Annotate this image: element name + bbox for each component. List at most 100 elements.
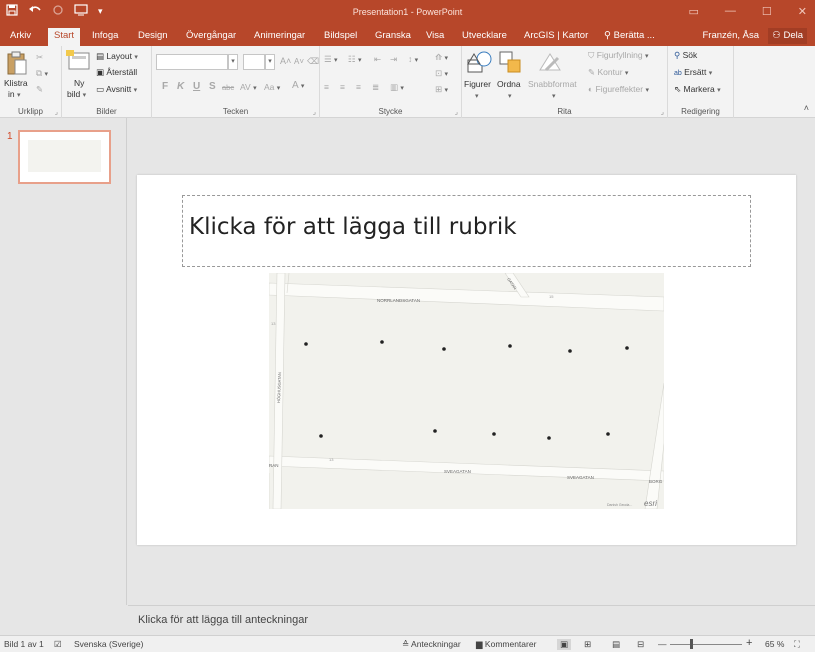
tab-view[interactable]: Visa xyxy=(420,28,450,46)
group-slides: Ny bild ▾ ▤ Layout ▾ ▣ Återställ ▭ Avsni… xyxy=(62,46,152,118)
tab-design[interactable]: Design xyxy=(132,28,174,46)
select-button[interactable]: ⇖ Markera ▾ xyxy=(674,84,721,95)
tab-tell-me[interactable]: ⚲ Berätta ... xyxy=(598,28,661,46)
format-painter-icon[interactable]: ✎ xyxy=(36,84,43,95)
zoom-in-icon[interactable]: + xyxy=(746,637,752,649)
font-name-dropdown-icon[interactable]: ▾ xyxy=(228,54,238,70)
shrink-font-icon[interactable]: A˅ xyxy=(294,57,304,66)
new-slide-label[interactable]: Ny xyxy=(74,78,84,88)
align-left-icon[interactable]: ≡ xyxy=(324,82,329,92)
spelling-icon[interactable]: ☑ xyxy=(54,639,62,650)
arrange-button[interactable] xyxy=(498,50,524,78)
reading-view-icon[interactable]: ▤ xyxy=(612,639,620,650)
grow-font-icon[interactable]: A˄ xyxy=(280,56,291,66)
normal-view-icon[interactable]: ▣ xyxy=(557,639,572,650)
replace-button[interactable]: ab Ersätt ▾ xyxy=(674,67,712,77)
italic-button[interactable]: K xyxy=(177,81,184,92)
font-size-input[interactable] xyxy=(243,54,265,70)
align-center-icon[interactable]: ≡ xyxy=(340,82,345,92)
shapes-label[interactable]: Figurer xyxy=(464,79,491,89)
new-slide-button[interactable] xyxy=(66,50,92,76)
section-button[interactable]: ▭ Avsnitt ▾ xyxy=(96,84,137,95)
tab-animations[interactable]: Animeringar xyxy=(248,28,311,46)
align-right-icon[interactable]: ≡ xyxy=(356,82,361,92)
shape-outline-button[interactable]: ✎ Kontur ▾ xyxy=(588,67,628,78)
bullets-icon[interactable]: ☰ ▾ xyxy=(324,54,338,65)
shape-fill-button[interactable]: ⛉ Figurfyllning ▾ xyxy=(588,50,648,61)
maximize-icon[interactable]: ☐ xyxy=(762,5,772,18)
slideshow-view-icon[interactable]: ⊟ xyxy=(637,639,644,650)
quick-styles-label[interactable]: Snabbformat xyxy=(528,79,577,89)
paragraph-dialog-launcher-icon[interactable]: ⌟ xyxy=(455,108,458,116)
arrange-caret-icon[interactable]: ▾ xyxy=(508,90,512,100)
slide-canvas[interactable]: Klicka för att lägga till rubrik NORRLAN… xyxy=(137,175,796,545)
dialog-launcher-icon[interactable]: ⌟ xyxy=(55,108,58,116)
paste-button[interactable] xyxy=(6,50,28,78)
shapes-button[interactable] xyxy=(466,50,494,78)
notes-pane[interactable]: Klicka för att lägga till anteckningar xyxy=(128,605,815,635)
map-point xyxy=(304,342,308,346)
justify-icon[interactable]: ≣ xyxy=(372,82,379,93)
font-size-dropdown-icon[interactable]: ▾ xyxy=(265,54,275,70)
collapse-ribbon-icon[interactable]: ˄ xyxy=(804,103,809,113)
change-case-button[interactable]: Aa ▾ xyxy=(264,82,280,92)
new-slide-label-2[interactable]: bild ▾ xyxy=(67,89,86,99)
tab-arcgis-maps[interactable]: ArcGIS | Kartor xyxy=(518,28,594,46)
align-text-icon[interactable]: ⊡ ▾ xyxy=(435,68,448,79)
map-image[interactable]: NORRLANDSGATAN HÖGHUSGATAN SVEAGATAN SVE… xyxy=(269,273,664,509)
shape-effects-button[interactable]: ◐ Figureffekter ▾ xyxy=(588,84,649,94)
tab-developer[interactable]: Utvecklare xyxy=(456,28,513,46)
find-button[interactable]: ⚲ Sök xyxy=(674,50,697,61)
slide-thumbnail[interactable] xyxy=(18,130,111,184)
ribbon-display-options-icon[interactable]: ▭ xyxy=(689,5,699,18)
tab-review[interactable]: Granska xyxy=(369,28,417,46)
text-direction-icon[interactable]: ⟰ ▾ xyxy=(435,52,448,63)
underline-button[interactable]: U xyxy=(193,81,200,92)
zoom-out-icon[interactable]: — xyxy=(658,639,667,649)
quick-styles-caret-icon[interactable]: ▾ xyxy=(552,90,556,100)
comments-toggle-button[interactable]: ▆ Kommentarer xyxy=(476,639,536,650)
columns-icon[interactable]: ▥ ▾ xyxy=(390,82,404,93)
increase-indent-icon[interactable]: ⇥ xyxy=(390,54,397,65)
line-spacing-icon[interactable]: ↕ ▾ xyxy=(408,54,418,64)
smartart-icon[interactable]: ⊞ ▾ xyxy=(435,84,448,95)
clear-formatting-icon[interactable]: ⌫ xyxy=(307,56,319,67)
tab-insert[interactable]: Infoga xyxy=(86,28,124,46)
paste-label-2[interactable]: in ▾ xyxy=(8,89,21,99)
user-name[interactable]: Franzén, Åsa xyxy=(703,30,760,41)
title-placeholder[interactable]: Klicka för att lägga till rubrik xyxy=(182,195,751,267)
shadow-button[interactable]: S xyxy=(209,81,216,92)
drawing-dialog-launcher-icon[interactable]: ⌟ xyxy=(661,108,664,116)
slide-sorter-icon[interactable]: ⊞ xyxy=(584,639,591,650)
fit-slide-icon[interactable]: ⛶ xyxy=(794,639,800,650)
paste-label[interactable]: Klistra xyxy=(4,78,28,88)
close-icon[interactable]: ✕ xyxy=(798,5,807,18)
font-dialog-launcher-icon[interactable]: ⌟ xyxy=(313,108,316,116)
group-label-paragraph: Stycke xyxy=(378,107,403,116)
minimize-icon[interactable]: — xyxy=(725,5,736,18)
reset-button[interactable]: ▣ Återställ xyxy=(96,67,137,78)
language-status[interactable]: Svenska (Sverige) xyxy=(74,639,143,649)
quick-styles-button[interactable] xyxy=(536,50,564,78)
tab-slideshow[interactable]: Bildspel xyxy=(318,28,363,46)
decrease-indent-icon[interactable]: ⇤ xyxy=(374,54,381,65)
layout-button[interactable]: ▤ Layout ▾ xyxy=(96,51,138,62)
font-name-input[interactable] xyxy=(156,54,228,70)
shapes-caret-icon[interactable]: ▾ xyxy=(475,90,479,100)
copy-icon[interactable]: ⧉ ▾ xyxy=(36,68,48,79)
font-color-icon[interactable]: A ▾ xyxy=(292,80,304,91)
arrange-label[interactable]: Ordna xyxy=(497,79,521,89)
numbering-icon[interactable]: ☷ ▾ xyxy=(348,54,362,65)
zoom-level[interactable]: 65 % xyxy=(765,639,784,649)
notes-toggle-button[interactable]: ≙ Anteckningar xyxy=(402,639,461,650)
tab-file[interactable]: Arkiv xyxy=(4,28,37,46)
zoom-slider[interactable] xyxy=(670,644,742,645)
strikethrough-button[interactable]: abc xyxy=(222,83,234,92)
zoom-slider-thumb[interactable] xyxy=(690,639,693,649)
cut-icon[interactable]: ✂ xyxy=(36,52,43,63)
share-button[interactable]: ⚇ Dela xyxy=(768,28,807,44)
tab-transitions[interactable]: Övergångar xyxy=(180,28,242,46)
bold-button[interactable]: F xyxy=(162,81,168,92)
tab-home[interactable]: Start xyxy=(48,28,81,46)
character-spacing-button[interactable]: AV ▾ xyxy=(240,82,257,92)
